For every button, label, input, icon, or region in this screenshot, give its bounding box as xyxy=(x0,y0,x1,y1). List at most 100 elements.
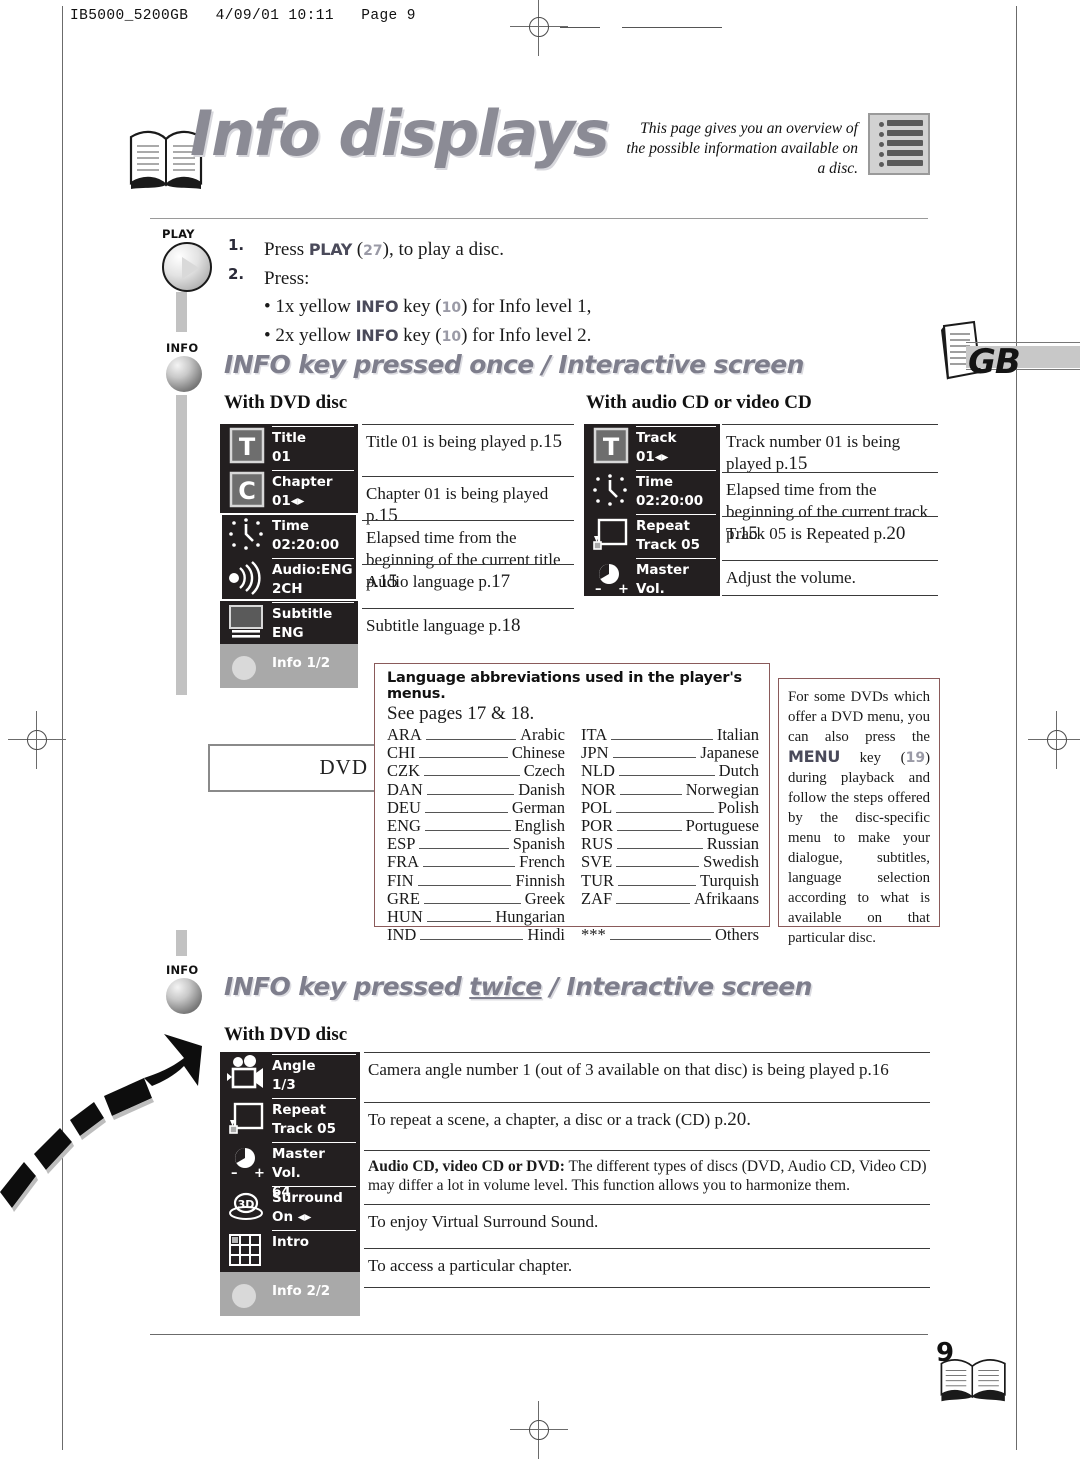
bullet-1-mid: key ( xyxy=(398,296,442,317)
language-abbr: DAN xyxy=(387,779,423,799)
desc-chapter: Chapter 01 is being played p.15 xyxy=(362,476,574,526)
osd-panel-dvd-info2: Angle 1/3 Repeat Track 05 – + Master Vol… xyxy=(220,1052,360,1316)
desc-audio-page: 17 xyxy=(491,571,511,592)
osd-label-cd-repeat: Repeat Track 05 xyxy=(636,514,716,555)
language-name: Finnish xyxy=(515,870,565,890)
osd-row-surround[interactable]: 3D Surround On ◂▸ xyxy=(220,1184,360,1228)
language-column-2: ITA Italian JPN Japanese NLD Dutch NOR Norwegia… xyxy=(581,725,759,944)
language-leader-rule xyxy=(419,757,508,759)
info-keycap-2-label: INFO xyxy=(166,963,199,977)
language-row-spacer xyxy=(581,908,759,926)
section2-descriptions: Camera angle number 1 (out of 3 availabl… xyxy=(364,1052,930,1288)
info-dot-icon xyxy=(232,1284,256,1308)
list-lines-icon xyxy=(868,113,930,175)
osd-footer-info-1-2[interactable]: Info 1/2 xyxy=(220,644,358,688)
left-rail-upper xyxy=(176,292,187,332)
language-abbr: IND xyxy=(387,925,417,945)
osd-volume-2-line1: Master Vol. xyxy=(272,1146,325,1181)
language-row: TUR Turquish xyxy=(581,870,759,890)
language-abbr: NOR xyxy=(581,779,616,799)
step-1-pre: Press xyxy=(264,239,309,260)
osd-footer-label-1: Info 1/2 xyxy=(272,655,331,671)
page-title-block: Info displays This page gives you an ove… xyxy=(128,97,930,205)
info-keycap-1[interactable]: INFO xyxy=(166,341,202,392)
osd-label-subtitle: Subtitle ENG xyxy=(272,602,354,643)
camera-angle-icon xyxy=(227,1055,263,1089)
desc-repeat-2-page: 20. xyxy=(727,1109,751,1130)
language-column-1: ARA Arabic CHI Chinese CZK Czech DAN Danish DEU G… xyxy=(387,725,565,945)
desc-cd-volume-text: Adjust the volume. xyxy=(726,568,856,587)
clock-icon xyxy=(229,518,263,550)
language-row: FRA French xyxy=(387,853,565,871)
dvd-label: DVD xyxy=(319,755,368,779)
osd-row-angle[interactable]: Angle 1/3 xyxy=(220,1052,360,1096)
osd-row-intro[interactable]: Intro xyxy=(220,1228,360,1272)
play-keycap-label: PLAY xyxy=(162,227,195,241)
language-abbr: FIN xyxy=(387,870,414,890)
osd-row-cd-repeat[interactable]: Repeat Track 05 xyxy=(584,512,720,556)
language-leader-rule xyxy=(617,848,703,850)
osd-track-line1: Track xyxy=(636,430,677,446)
language-row: DAN Danish xyxy=(387,779,565,799)
desc-surround-text: To enjoy Virtual Surround Sound. xyxy=(368,1212,599,1231)
osd-row-subtitle[interactable]: Subtitle ENG xyxy=(220,600,358,644)
bullet-info-level-2: • 2x yellow INFO key (10) for Info level… xyxy=(264,322,748,351)
osd-row-repeat-2[interactable]: Repeat Track 05 xyxy=(220,1096,360,1140)
language-columns: ARA Arabic CHI Chinese CZK Czech DAN Danish DEU G… xyxy=(387,725,759,945)
osd-cd-time-line2: 02:20:00 xyxy=(636,493,704,509)
osd-row-track[interactable]: T Track 01◂▸ xyxy=(584,424,720,468)
language-name: Swedish xyxy=(703,852,759,872)
language-name: Dutch xyxy=(718,761,759,781)
osd-row-cd-time[interactable]: Time 02:20:00 xyxy=(584,468,720,512)
language-abbr: SVE xyxy=(581,852,613,872)
play-keycap[interactable]: PLAY xyxy=(162,227,212,292)
svg-text:T: T xyxy=(603,433,620,461)
osd-row-volume-2[interactable]: – + Master Vol. 64 xyxy=(220,1140,360,1200)
step-1-number: 1. xyxy=(228,236,245,254)
language-row: HUN Hungarian xyxy=(387,907,565,926)
intro-grid-icon xyxy=(229,1234,261,1266)
osd-label-chapter: Chapter 01◂▸ xyxy=(272,470,354,511)
osd-row-chapter[interactable]: C Chapter 01◂▸ xyxy=(220,468,358,512)
section-1-heading-b: / Interactive screen xyxy=(533,350,805,379)
language-row: DEU German xyxy=(387,798,565,817)
osd-footer-info-2-2[interactable]: Info 2/2 xyxy=(220,1272,360,1316)
info-keycap-2[interactable]: INFO xyxy=(166,963,202,1014)
osd-track-line2: 01◂▸ xyxy=(636,449,669,465)
repeat-icon xyxy=(229,1102,264,1134)
volume-icon: – + xyxy=(231,1148,265,1181)
section-2-heading-a: INFO key pressed xyxy=(224,972,470,1001)
language-row: *** Others xyxy=(581,926,759,944)
play-key-ref: 27 xyxy=(363,243,383,259)
language-row: CZK Czech xyxy=(387,762,565,780)
osd-repeat-2-line2: Track 05 xyxy=(272,1121,336,1137)
osd-row-cd-volume[interactable]: – + Master Vol. 64 xyxy=(584,556,720,616)
language-leader-rule xyxy=(419,848,509,850)
osd-row-title[interactable]: T Title 01 xyxy=(220,424,358,468)
language-abbr: CZK xyxy=(387,761,420,781)
desc-audio-text: Audio language p. xyxy=(366,572,492,591)
language-name: Japanese xyxy=(700,743,759,763)
language-leader-rule xyxy=(426,921,492,923)
osd-label-title: Title 01 xyxy=(272,426,354,467)
language-row: POL Polish xyxy=(581,798,759,817)
language-name: French xyxy=(519,852,565,872)
language-abbr: TUR xyxy=(581,870,614,890)
osd-chapter-line2: 01◂▸ xyxy=(272,493,305,509)
osd-label-surround: Surround On ◂▸ xyxy=(272,1186,356,1227)
language-leader-rule xyxy=(616,902,690,904)
desc-volume-2: Audio CD, video CD or DVD: The different… xyxy=(364,1150,930,1204)
language-name: Arabic xyxy=(520,725,565,744)
play-key-label: PLAY xyxy=(308,240,353,259)
osd-row-audio[interactable]: Audio:ENG 2CH xyxy=(220,556,358,600)
osd-cd-volume-line2: 64 xyxy=(636,600,655,616)
language-abbr: NLD xyxy=(581,761,615,781)
osd-row-time[interactable]: Time 02:20:00 xyxy=(220,512,358,556)
print-slug: IB5000_5200GB 4/09/01 10:11 Page 9 xyxy=(70,8,416,24)
subtitle-icon xyxy=(229,605,263,638)
bullet-2-post: ) for Info level 2. xyxy=(461,325,592,346)
language-abbreviations-box: Language abbreviations used in the playe… xyxy=(374,663,770,944)
desc-cd-repeat: Track 05 is Repeated p.20 xyxy=(722,516,938,560)
osd-label-intro: Intro xyxy=(272,1230,356,1252)
language-abbr: CHI xyxy=(387,743,416,763)
